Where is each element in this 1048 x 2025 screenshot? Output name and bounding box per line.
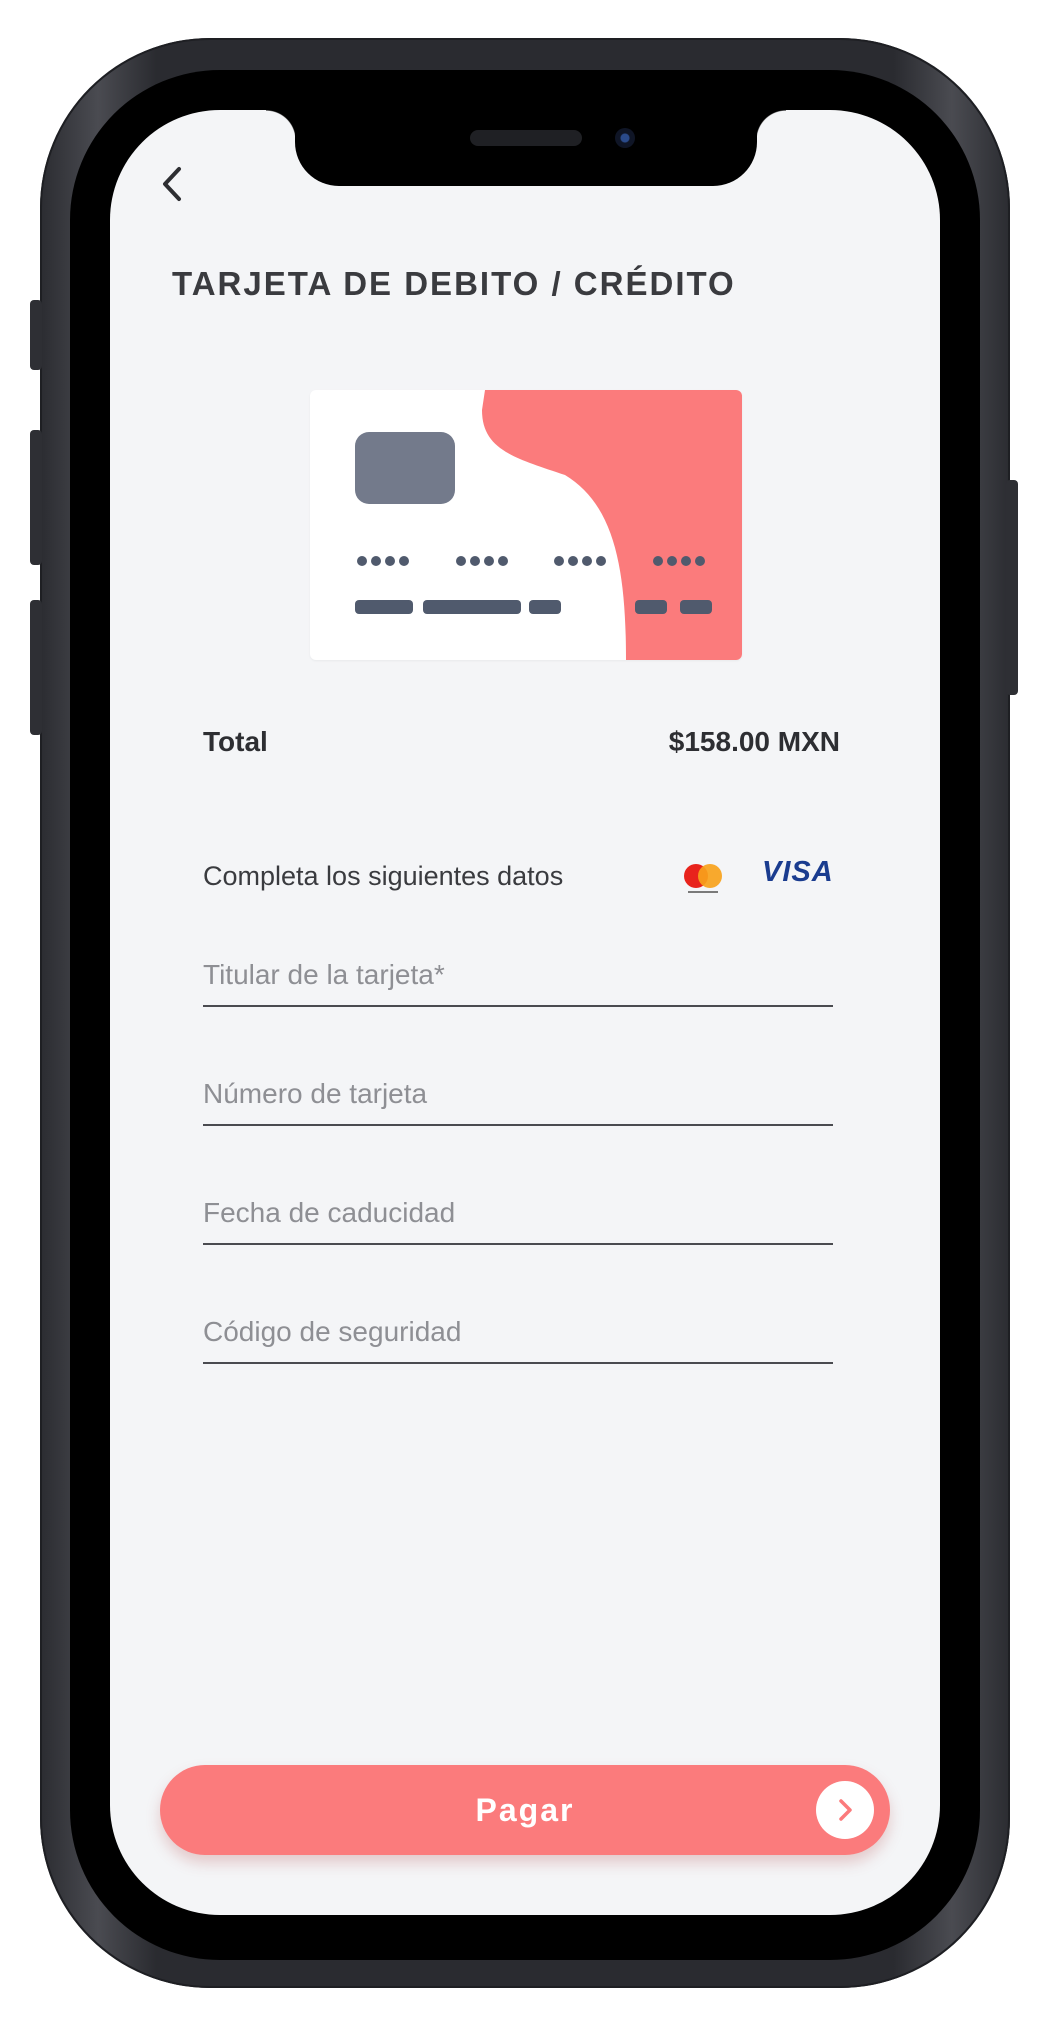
- total-label: Total: [203, 726, 268, 757]
- mastercard-icon: [684, 864, 722, 893]
- pay-button[interactable]: Pagar: [160, 1765, 890, 1855]
- form-instructions: Completa los siguientes datos: [203, 861, 564, 891]
- app-screen: TARJETA DE DEBITO / CRÉDITO Total $158.0…: [110, 110, 940, 1915]
- speaker-grille: [470, 130, 582, 146]
- phone-side-button: [30, 430, 42, 565]
- card-number-input[interactable]: [203, 1064, 833, 1126]
- credit-card-icon: [355, 390, 742, 660]
- pay-button-label: Pagar: [475, 1791, 575, 1828]
- back-button[interactable]: [150, 162, 194, 206]
- page-title: TARJETA DE DEBITO / CRÉDITO: [172, 265, 736, 302]
- camera-icon: [615, 128, 635, 148]
- phone-side-button: [30, 300, 42, 370]
- phone-notch: [266, 110, 786, 186]
- expiry-date-input[interactable]: [203, 1183, 833, 1245]
- phone-side-button: [30, 600, 42, 735]
- card-illustration: [310, 390, 742, 660]
- cardholder-name-input[interactable]: [203, 945, 833, 1007]
- security-code-input[interactable]: [203, 1302, 833, 1364]
- total-value: $158.00 MXN: [668, 726, 840, 757]
- chevron-right-icon: [816, 1781, 874, 1839]
- phone-side-button: [1006, 480, 1018, 695]
- chevron-left-icon: [163, 167, 181, 201]
- visa-logo: VISA: [762, 856, 834, 888]
